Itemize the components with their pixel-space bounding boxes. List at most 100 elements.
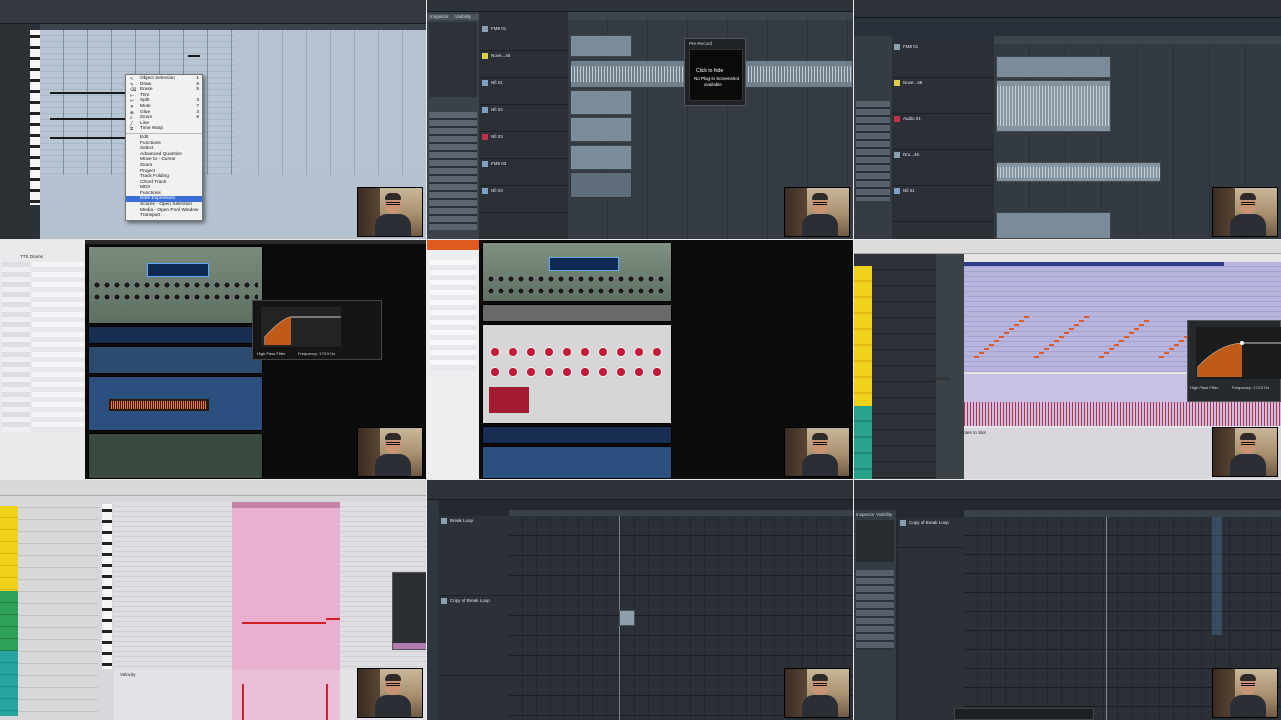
track-header[interactable]: Nfi 03 [480, 132, 568, 159]
track-list[interactable]: Copy of Break Loop [898, 518, 964, 720]
track-header[interactable]: FM8 01 [892, 42, 994, 78]
popup-message: available [704, 82, 722, 87]
menu-item[interactable]: ⧖ Time Warp [126, 126, 202, 132]
menu-item-label: Functions [140, 140, 161, 146]
plugin-popup[interactable]: Pre-Record Click to hide No Plug-in Scre… [684, 38, 746, 106]
track-list[interactable] [0, 496, 98, 720]
track-header[interactable]: Nfi 02 [480, 105, 568, 132]
browser-title: TTS Drums [20, 254, 43, 259]
midi-part[interactable] [570, 172, 632, 198]
track-header[interactable]: Nfi 01 [480, 78, 568, 105]
delay-device[interactable] [482, 446, 672, 479]
webcam-presenter [784, 427, 850, 477]
midi-part[interactable] [996, 212, 1111, 239]
menu-item[interactable]: Transport [126, 213, 202, 219]
menu-item-label: Glue [140, 109, 151, 115]
menu-item-label: Note Expression [140, 196, 176, 202]
track-header[interactable]: Nfi 01 [892, 186, 994, 222]
filter-curve [264, 316, 341, 345]
midi-part[interactable] [570, 90, 632, 115]
note[interactable] [50, 137, 132, 139]
ruler[interactable] [964, 510, 1281, 517]
note[interactable] [50, 92, 132, 94]
menu-item-label: Media - Open Pool Window [140, 207, 199, 213]
piano-keys[interactable] [30, 30, 40, 205]
audio-event[interactable] [996, 162, 1161, 182]
inspector-tab[interactable]: Inspector [430, 14, 449, 19]
note[interactable] [326, 618, 340, 620]
track-header[interactable]: Nove...46 [892, 78, 994, 114]
menu-item-label: Split [140, 98, 150, 104]
track-name: Nfi 03 [491, 188, 503, 193]
audio-event[interactable] [996, 80, 1111, 132]
filter-label: High Pass Filter [257, 351, 286, 356]
track-header[interactable]: FM8 03 [480, 159, 568, 186]
track-name: Copy of Break Loop [909, 520, 949, 525]
step-sequencer-device[interactable] [482, 304, 672, 322]
track-name: FM8 03 [491, 161, 507, 166]
popup-title: Pre-Record [689, 41, 713, 46]
track-color-chip [894, 44, 900, 50]
midi-part[interactable] [570, 145, 632, 170]
fm-synth-device[interactable] [482, 324, 672, 424]
fx-device[interactable] [482, 426, 672, 444]
visibility-tab[interactable]: Visibility [876, 512, 892, 517]
midi-part[interactable] [570, 35, 632, 57]
synth-device[interactable] [88, 246, 263, 324]
frequency-readout: Frequency: 173.9 Hz [298, 351, 336, 356]
mixer-device[interactable] [88, 433, 263, 479]
track-list[interactable]: FM8 01 Nove...46 Audio 01 Dru...46 Nfi 01 [892, 42, 994, 239]
fx-device[interactable] [88, 326, 263, 344]
track-list[interactable] [854, 254, 936, 479]
track-list[interactable]: FM8 01 Nove...46 Nfi 01 Nfi 02 Nfi 03 FM8 03 N… [480, 24, 568, 239]
filter-panel[interactable]: High Pass Filter Frequency: 173.9 Hz [252, 300, 382, 360]
cell-cubase-project-popup: Inspector Visibility FM8 01 Nove...46 Nfi … [427, 0, 853, 239]
track-header[interactable]: Break Loop [439, 516, 509, 596]
menu-item-label: Advanced Quantize [140, 151, 182, 157]
context-menu[interactable]: ↖ Object Selection 1 ✎ Draw 8 ⌫ Erase 5 ⊢ Trim ✂ Spl… [125, 74, 203, 221]
midi-part[interactable] [570, 117, 632, 142]
popup-message[interactable]: Click to hide [696, 68, 723, 74]
filter-label: High Pass Filter [1190, 385, 1219, 390]
track-color-chip [894, 116, 900, 122]
note[interactable] [50, 118, 132, 120]
track-color-chip [894, 152, 900, 158]
track-header[interactable]: Audio 01 [892, 114, 994, 150]
track-header[interactable]: Copy of Break Loop [439, 596, 509, 676]
track-header[interactable]: Dru...46 [892, 150, 994, 186]
note-grid[interactable] [114, 502, 426, 670]
piano-keys[interactable] [102, 504, 112, 669]
midi-part[interactable] [996, 56, 1111, 78]
filter-panel[interactable]: High Pass Filter Frequency: 173.9 Hz [1187, 320, 1281, 402]
track-header[interactable]: Nove...46 [480, 51, 568, 78]
track-name: Copy of Break Loop [450, 598, 490, 603]
track-header[interactable]: FM8 01 [480, 24, 568, 51]
track-header[interactable]: Nfi 03 [480, 186, 568, 213]
menu-item-label: Edit [140, 134, 149, 140]
note[interactable] [242, 622, 326, 624]
toolbar [427, 480, 853, 500]
transport-bar[interactable] [954, 708, 1094, 720]
track-color-chip [482, 53, 488, 59]
synth-device[interactable] [482, 242, 672, 302]
menu-item-label: Select [140, 146, 154, 152]
sampler-device[interactable] [88, 376, 263, 431]
inspector-panel [854, 36, 892, 239]
inspector-tab[interactable]: Inspector [856, 512, 875, 517]
note-grid-right[interactable] [235, 30, 426, 175]
note[interactable] [188, 55, 200, 57]
ruler[interactable] [994, 36, 1281, 44]
side-panel[interactable] [392, 572, 426, 650]
audio-event[interactable] [619, 610, 635, 626]
webcam-presenter [357, 187, 423, 237]
drum-device[interactable] [88, 346, 263, 374]
track-list[interactable]: Break Loop Copy of Break Loop [439, 516, 509, 720]
track-header[interactable]: Copy of Break Loop [898, 518, 964, 548]
visibility-tab[interactable]: Visibility [455, 14, 471, 19]
filter-curve [1197, 341, 1281, 377]
menu-item-label: Move to - Cursor [140, 157, 176, 163]
webcam-presenter [1212, 427, 1278, 477]
track-color-chip [482, 80, 488, 86]
track-color-chip [482, 26, 488, 32]
ruler[interactable] [568, 12, 853, 20]
